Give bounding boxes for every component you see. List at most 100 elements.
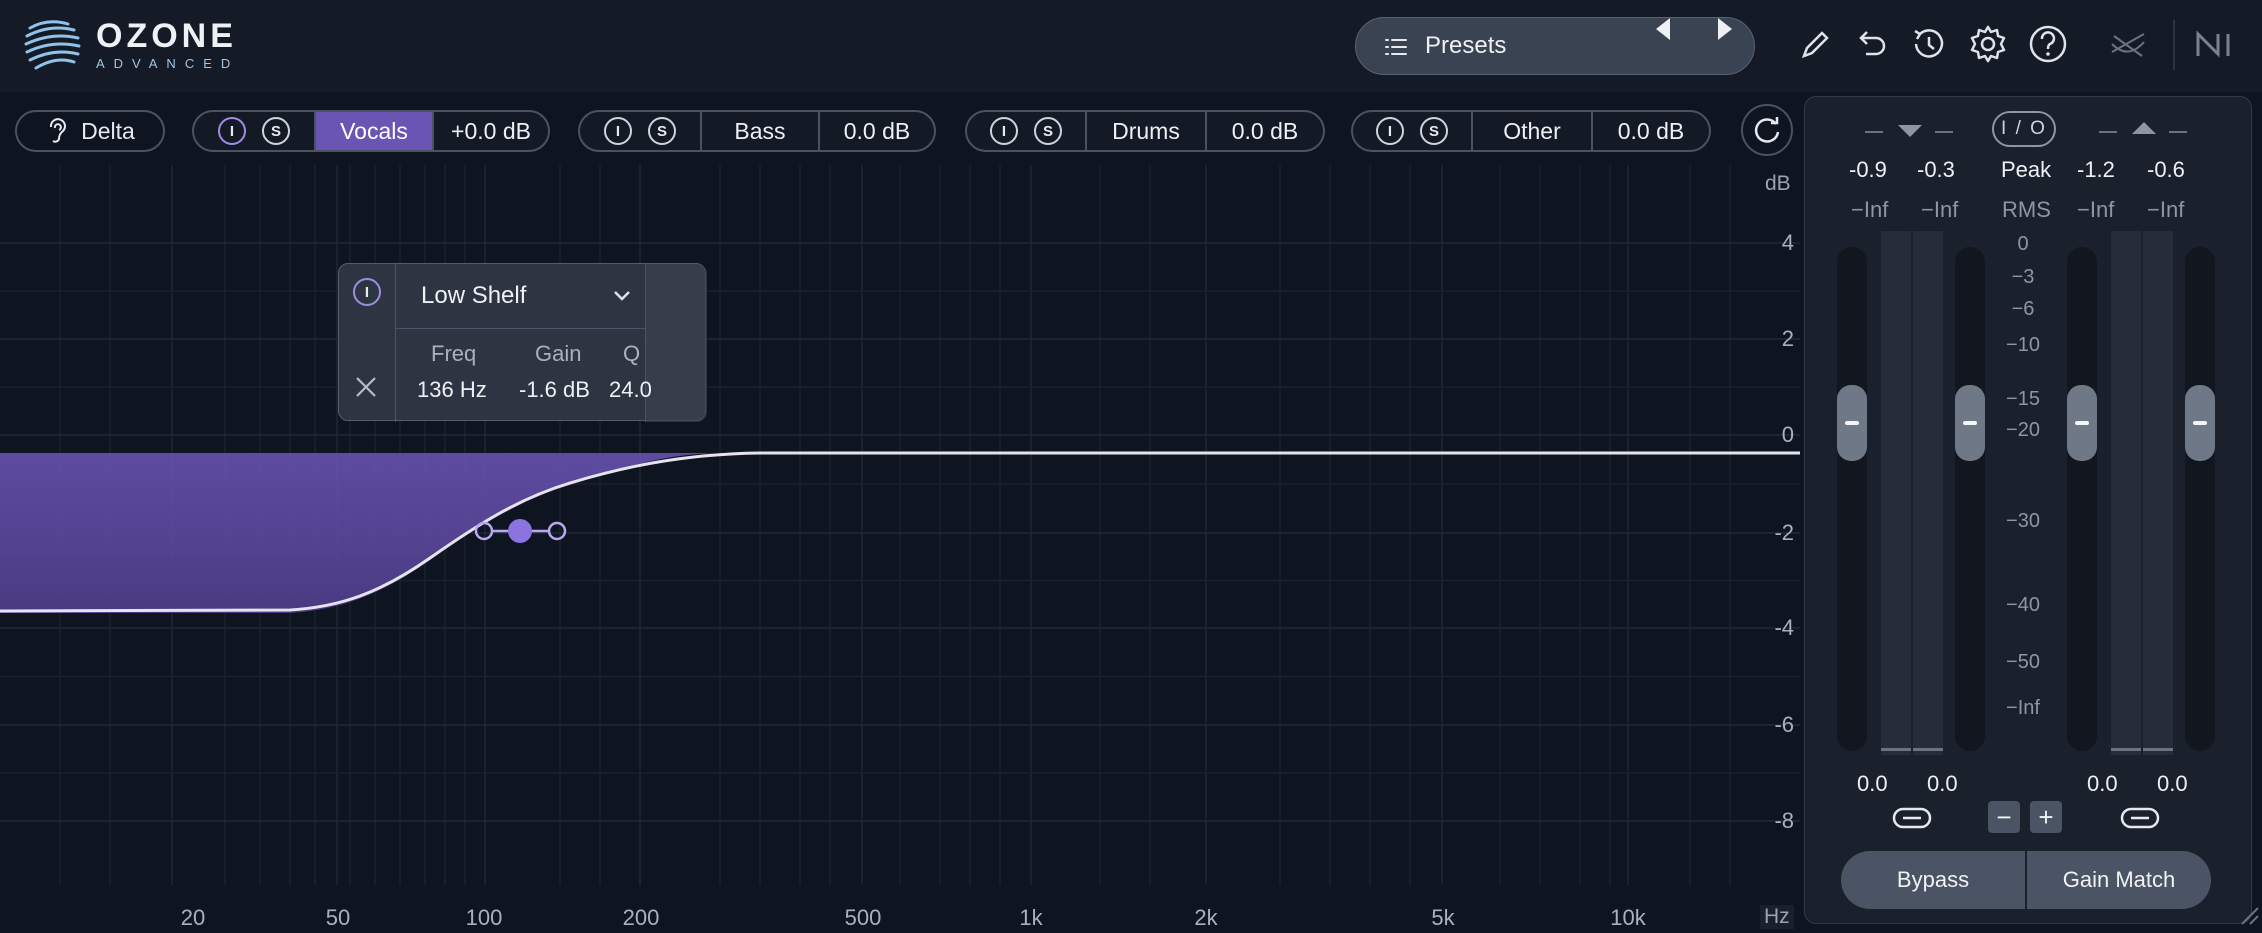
band-other-name[interactable]: Other — [1471, 112, 1591, 150]
db-tick-label: -2 — [1774, 520, 1794, 545]
freq-label: Freq — [431, 341, 477, 366]
meter-scale-label: −20 — [2006, 419, 2040, 441]
resize-grip-icon[interactable] — [2238, 904, 2260, 926]
output-gain-r-slider[interactable] — [2185, 247, 2215, 751]
output-triangle-icon — [2132, 122, 2156, 134]
band-vocals: I S Vocals +0.0 dB — [192, 110, 550, 152]
rms-out-r: −Inf — [2147, 197, 2185, 222]
output-gain-l-slider[interactable] — [2067, 247, 2097, 751]
rms-out-l: −Inf — [2077, 197, 2115, 222]
band-vocals-controls: I S — [194, 112, 314, 150]
input-link-icon[interactable] — [1891, 804, 1933, 832]
freq-tick-label: 200 — [622, 905, 660, 930]
freq-tick-label: 50 — [325, 905, 351, 930]
input-gain-r-handle[interactable] — [1955, 385, 1985, 461]
pencil-icon[interactable] — [1794, 22, 1838, 66]
eq-graph[interactable] — [0, 165, 1800, 933]
rms-in-l: −Inf — [1851, 197, 1889, 222]
rms-label: RMS — [2002, 197, 2051, 222]
gain-out-r-value[interactable]: 0.0 — [2157, 771, 2188, 797]
gain-value[interactable]: -1.6 dB — [519, 377, 590, 403]
band-vocals-gain[interactable]: +0.0 dB — [432, 112, 548, 150]
band-bass: I S Bass 0.0 dB — [578, 110, 936, 152]
band-vocals-name[interactable]: Vocals — [314, 112, 432, 150]
band-other-power-button[interactable]: I — [1376, 117, 1404, 145]
band-bass-controls: I S — [580, 112, 700, 150]
band-drums-name[interactable]: Drums — [1085, 112, 1205, 150]
meter-scale-label: −3 — [2011, 266, 2035, 288]
peak-label: Peak — [2001, 157, 2052, 182]
db-tick-label: 4 — [1781, 230, 1794, 255]
peak-out-l: -1.2 — [2077, 157, 2115, 182]
freq-tick-label: 100 — [465, 905, 503, 930]
logo-edition: ADVANCED — [96, 56, 240, 71]
output-meter-l — [2111, 231, 2141, 755]
ozone-logo-icon — [24, 20, 81, 70]
meter-minus-button[interactable]: − — [1988, 801, 2020, 833]
eq-node-q-left-handle[interactable] — [474, 521, 494, 541]
freq-tick-label: 10k — [1610, 905, 1646, 930]
band-bass-gain[interactable]: 0.0 dB — [818, 112, 934, 150]
band-other-gain[interactable]: 0.0 dB — [1591, 112, 1709, 150]
db-tick-label: 0 — [1781, 422, 1794, 447]
output-gain-l-handle[interactable] — [2067, 385, 2097, 461]
gain-out-l-value[interactable]: 0.0 — [2087, 771, 2118, 797]
gear-icon[interactable] — [1966, 22, 2010, 66]
rms-in-r: −Inf — [1921, 197, 1959, 222]
band-bar: Delta I S Vocals +0.0 dB I S Bass 0.0 dB… — [0, 100, 1800, 162]
input-gain-l-handle[interactable] — [1837, 385, 1867, 461]
delta-label: Delta — [81, 117, 135, 144]
band-vocals-power-button[interactable]: I — [218, 117, 246, 145]
freq-tick-label: 1k — [1019, 905, 1043, 930]
band-bass-name[interactable]: Bass — [700, 112, 818, 150]
meter-scale-label: 0 — [2017, 233, 2029, 255]
gain-in-r-value[interactable]: 0.0 — [1927, 771, 1958, 797]
output-link-icon[interactable] — [2119, 804, 2161, 832]
freq-value[interactable]: 136 Hz — [417, 377, 487, 403]
band-drums-solo-button[interactable]: S — [1034, 117, 1062, 145]
meter-plus-button[interactable]: + — [2030, 801, 2062, 833]
band-other-solo-button[interactable]: S — [1420, 117, 1448, 145]
gain-match-button[interactable]: Gain Match — [2027, 851, 2211, 909]
close-icon[interactable] — [353, 374, 379, 400]
output-gain-r-handle[interactable] — [2185, 385, 2215, 461]
bypass-button[interactable]: Bypass — [1841, 851, 2025, 909]
presets-label: Presets — [1425, 32, 1507, 59]
next-preset-button[interactable] — [1712, 16, 1738, 42]
chevron-down-icon[interactable] — [611, 284, 633, 306]
previous-preset-button[interactable] — [1650, 16, 1676, 42]
band-drums-power-button[interactable]: I — [990, 117, 1018, 145]
band-bass-power-button[interactable]: I — [604, 117, 632, 145]
band-refresh-button[interactable] — [1741, 104, 1793, 156]
band-drums-gain[interactable]: 0.0 dB — [1205, 112, 1323, 150]
filter-type-select[interactable]: Low Shelf — [421, 282, 526, 310]
band-vocals-solo-button[interactable]: S — [262, 117, 290, 145]
q-value[interactable]: 24.0 — [609, 377, 652, 403]
band-bass-solo-button[interactable]: S — [648, 117, 676, 145]
io-toggle-button[interactable]: I / O — [1992, 111, 2056, 147]
output-meter-r — [2143, 231, 2173, 755]
peak-out-r: -0.6 — [2147, 157, 2185, 182]
routing-icon[interactable] — [2106, 22, 2150, 66]
db-tick-label: -4 — [1774, 615, 1794, 640]
eq-node-q-right-handle[interactable] — [547, 521, 567, 541]
ozone-logo: OZONE ADVANCED — [22, 14, 239, 76]
gain-label: Gain — [535, 341, 582, 366]
undo-icon[interactable] — [1848, 22, 1892, 66]
gain-in-l-value[interactable]: 0.0 — [1857, 771, 1888, 797]
input-gain-l-slider[interactable] — [1837, 247, 1867, 751]
presets-bar[interactable]: Presets — [1355, 17, 1755, 75]
db-tick-label: 2 — [1781, 326, 1794, 351]
band-filter-popup: I Low Shelf Freq Gain Q 136 Hz -1.6 dB 2… — [338, 263, 707, 422]
delta-button[interactable]: Delta — [15, 110, 165, 152]
history-icon[interactable] — [1906, 22, 1950, 66]
help-icon[interactable] — [2026, 22, 2070, 66]
band-other-controls: I S — [1353, 112, 1471, 150]
eq-display[interactable]: 4 2 0 -2 -4 -6 -8 dB 20 50 100 200 500 1k 2k 5k 10k Hz — [0, 165, 1800, 933]
ear-icon — [50, 118, 67, 143]
eq-node-handle[interactable] — [508, 519, 532, 543]
input-triangle-icon — [1898, 125, 1922, 137]
filter-power-button[interactable]: I — [353, 278, 381, 306]
input-meter-r — [1913, 231, 1943, 755]
input-gain-r-slider[interactable] — [1955, 247, 1985, 751]
